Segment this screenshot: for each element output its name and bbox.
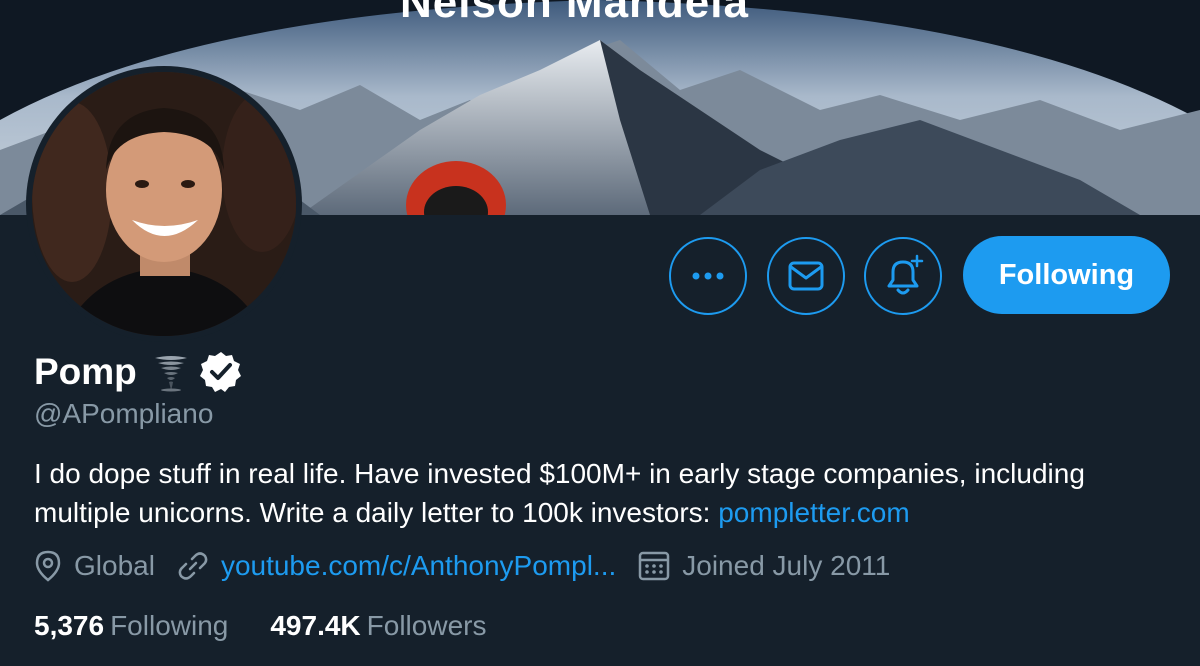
avatar-photo [32, 72, 296, 336]
followers-stat[interactable]: 497.4K Followers [270, 610, 486, 642]
website-link[interactable]: youtube.com/c/AnthonyPompl... [221, 550, 616, 582]
location-item: Global [34, 550, 155, 582]
link-icon [178, 552, 208, 580]
following-label: Following [110, 610, 229, 641]
profile-meta-row: Global youtube.com/c/AnthonyPompl... Joi… [34, 550, 912, 582]
website-item[interactable]: youtube.com/c/AnthonyPompl... [177, 550, 616, 582]
profile-bio: I do dope stuff in real life. Have inves… [34, 454, 1174, 532]
followers-count: 497.4K [270, 610, 361, 641]
calendar-icon [639, 551, 670, 581]
location-pin-icon [35, 550, 61, 582]
location-text: Global [74, 550, 155, 581]
envelope-icon [788, 261, 824, 291]
following-button[interactable]: Following [963, 236, 1170, 314]
display-name: Pomp [34, 351, 137, 392]
joined-item: Joined July 2011 [638, 550, 890, 582]
following-count: 5,376 [34, 610, 105, 641]
tornado-icon [154, 356, 187, 392]
banner-caption: Nelson Mandela [400, 0, 749, 27]
profile-name-row: Pomp [34, 350, 243, 394]
bio-text: I do dope stuff in real life. Have inves… [34, 458, 1085, 528]
followers-label: Followers [366, 610, 487, 641]
more-icon [692, 272, 724, 280]
notify-button[interactable] [864, 237, 942, 315]
message-button[interactable] [767, 237, 845, 315]
bell-plus-icon [887, 254, 924, 295]
bio-link[interactable]: pompletter.com [718, 497, 909, 528]
profile-avatar[interactable] [26, 66, 302, 342]
following-stat[interactable]: 5,376 Following [34, 610, 228, 642]
joined-text: Joined July 2011 [682, 550, 891, 581]
profile-stats: 5,376 Following 497.4K Followers [34, 610, 528, 642]
profile-handle: @APompliano [34, 398, 214, 429]
more-button[interactable] [669, 237, 747, 315]
verified-badge-icon [199, 352, 241, 392]
